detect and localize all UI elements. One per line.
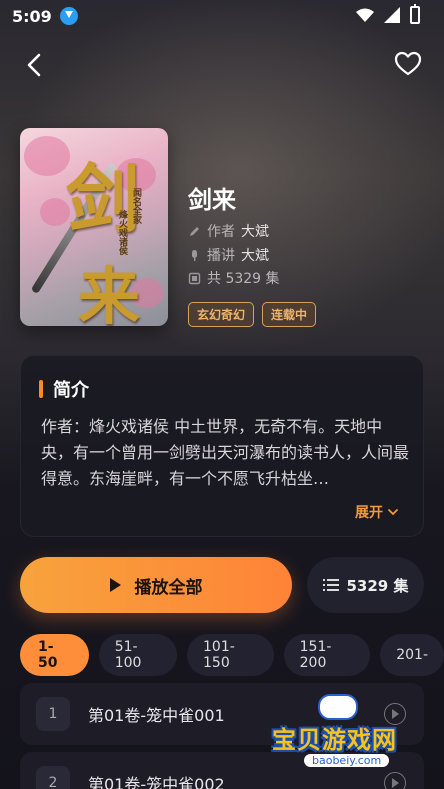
watermark-logo: 宝贝游戏网 baobeiy.com: [268, 690, 418, 782]
author-row: 作者 大斌: [188, 221, 269, 241]
cover-author-text: 烽火戏诸侯: [117, 210, 127, 255]
intro-text: 作者：烽火戏诸侯 中土世界，无奇不有。天地中央，有一个曾用一剑劈出天河瀑布的读书…: [41, 417, 410, 488]
range-tab[interactable]: 151-200: [283, 634, 371, 676]
book-title: 剑来: [188, 186, 236, 214]
status-bar: 5:09: [0, 0, 444, 32]
expand-label: 展开: [355, 505, 383, 521]
top-bar: [0, 42, 444, 86]
tag-list: 玄幻奇幻 连载中: [188, 302, 317, 327]
gamepad-icon: [318, 694, 358, 720]
episode-title: 第01卷-笼中雀001: [88, 706, 225, 725]
cover-title-char-1: 剑: [66, 157, 140, 243]
episode-count-label: 5329 集: [346, 576, 409, 595]
back-icon[interactable]: [22, 52, 48, 78]
episodes-row: 共 5329 集: [188, 268, 280, 288]
episode-list-button[interactable]: 5329 集: [307, 557, 424, 613]
expand-button[interactable]: 展开: [355, 502, 399, 522]
intro-heading: 简介: [39, 376, 89, 402]
play-icon: [109, 578, 121, 592]
signal-icon: [384, 7, 400, 23]
pencil-icon: [190, 226, 199, 236]
download-icon: [59, 7, 78, 25]
book-cover: 剑 来 烽火戏诸侯 闻名全家: [20, 128, 168, 326]
intro-card: 简介 作者：烽火戏诸侯 中土世界，无奇不有。天地中央，有一个曾用一剑劈出天河瀑布…: [20, 355, 424, 537]
author-label: 作者: [207, 224, 235, 240]
cover-blossom: [24, 136, 70, 176]
range-tab[interactable]: 51-100: [98, 634, 178, 676]
episode-title: 第01卷-笼中雀002: [88, 775, 225, 789]
watermark-text: 宝贝游戏网: [272, 726, 397, 754]
episode-number: 1: [36, 697, 70, 731]
status-icons: [356, 4, 420, 24]
episode-number: 2: [36, 766, 70, 789]
status-tag: 连载中: [262, 302, 317, 327]
narrator-name: 大斌: [241, 248, 269, 264]
author-name: 大斌: [241, 224, 269, 240]
range-tab[interactable]: 1-50: [20, 634, 89, 676]
cover-side-text: 闻名全家: [131, 188, 141, 224]
watermark-url: baobeiy.com: [304, 754, 390, 767]
episodes-icon: [188, 272, 201, 284]
cover-title-char-2: 来: [78, 260, 141, 326]
heart-icon[interactable]: [394, 51, 422, 77]
episodes-total: 共 5329 集: [207, 271, 280, 287]
play-all-button[interactable]: 播放全部: [20, 557, 292, 613]
list-icon: [322, 579, 339, 591]
microphone-icon: [192, 249, 197, 261]
range-tab[interactable]: 101-150: [187, 634, 274, 676]
genre-tag[interactable]: 玄幻奇幻: [188, 302, 255, 327]
narrator-row: 播讲 大斌: [188, 245, 269, 265]
range-tabs: 1-50 51-100 101-150 151-200 201-: [20, 634, 444, 676]
battery-icon: [410, 4, 420, 24]
chevron-down-icon: [388, 509, 398, 516]
narrator-label: 播讲: [207, 248, 235, 264]
wifi-icon: [356, 8, 374, 22]
play-all-label: 播放全部: [134, 577, 203, 598]
status-time: 5:09: [12, 6, 52, 26]
range-tab[interactable]: 201-: [380, 634, 444, 676]
